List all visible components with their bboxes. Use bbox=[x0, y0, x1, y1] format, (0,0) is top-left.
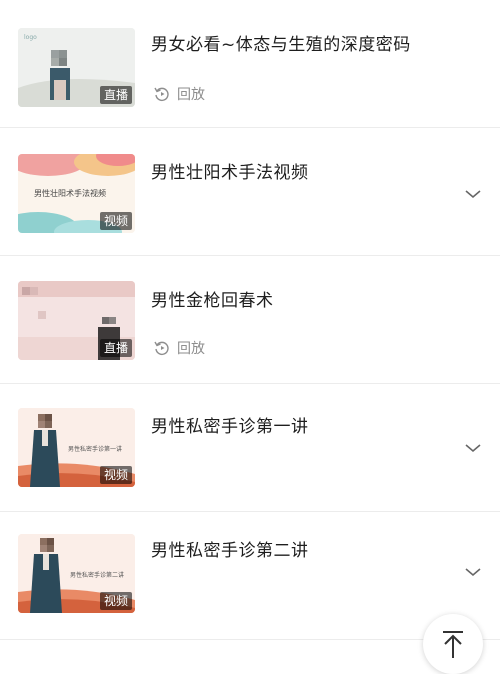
thumbnail[interactable]: 直播 bbox=[18, 281, 135, 360]
item-title[interactable]: 男性壮阳术手法视频 bbox=[151, 158, 309, 183]
list-item[interactable]: logo 直播 男女必看~体态与生殖的深度密码 回放 bbox=[0, 0, 500, 128]
type-badge: 视频 bbox=[99, 212, 132, 230]
item-title[interactable]: 男性金枪回春术 bbox=[151, 286, 274, 311]
scroll-to-top-button[interactable] bbox=[423, 614, 483, 674]
blurred-face bbox=[38, 414, 52, 428]
thumbnail-caption: 男性私密手诊第二讲 bbox=[70, 572, 125, 579]
blurred-face bbox=[51, 50, 67, 66]
type-badge: 直播 bbox=[99, 86, 132, 104]
thumbnail[interactable]: 男性私密手诊第二讲 视频 bbox=[18, 534, 135, 613]
replay-link[interactable]: 回放 bbox=[153, 84, 205, 104]
chevron-down-icon[interactable] bbox=[464, 566, 482, 578]
replay-icon bbox=[154, 341, 169, 355]
arrow-up-to-top-icon bbox=[443, 631, 463, 658]
type-badge: 直播 bbox=[99, 339, 132, 357]
item-title[interactable]: 男性私密手诊第一讲 bbox=[151, 412, 309, 437]
thumbnail[interactable]: 男性壮阳术手法视频 视频 bbox=[18, 154, 135, 233]
blurred-face bbox=[40, 538, 54, 552]
replay-label: 回放 bbox=[177, 341, 205, 357]
item-title[interactable]: 男女必看~体态与生殖的深度密码 bbox=[151, 30, 411, 55]
thumbnail-caption: 男性私密手诊第一讲 bbox=[68, 446, 123, 453]
thumbnail[interactable]: logo 直播 bbox=[18, 28, 135, 107]
list-item[interactable]: 直播 男性金枪回春术 回放 bbox=[0, 256, 500, 384]
list-item[interactable]: 男性私密手诊第一讲 视频 男性私密手诊第一讲 bbox=[0, 384, 500, 512]
type-badge: 视频 bbox=[99, 592, 132, 610]
thumbnail-caption: 男性壮阳术手法视频 bbox=[34, 189, 106, 198]
type-badge: 视频 bbox=[99, 466, 132, 484]
svg-text:logo: logo bbox=[24, 34, 37, 41]
list-item[interactable]: 男性壮阳术手法视频 视频 男性壮阳术手法视频 bbox=[0, 128, 500, 256]
chevron-down-icon[interactable] bbox=[464, 188, 482, 200]
replay-link[interactable]: 回放 bbox=[153, 338, 205, 358]
thumbnail[interactable]: 男性私密手诊第一讲 视频 bbox=[18, 408, 135, 487]
item-title[interactable]: 男性私密手诊第二讲 bbox=[151, 536, 309, 561]
replay-label: 回放 bbox=[177, 87, 205, 103]
chevron-down-icon[interactable] bbox=[464, 442, 482, 454]
replay-icon bbox=[154, 87, 169, 101]
